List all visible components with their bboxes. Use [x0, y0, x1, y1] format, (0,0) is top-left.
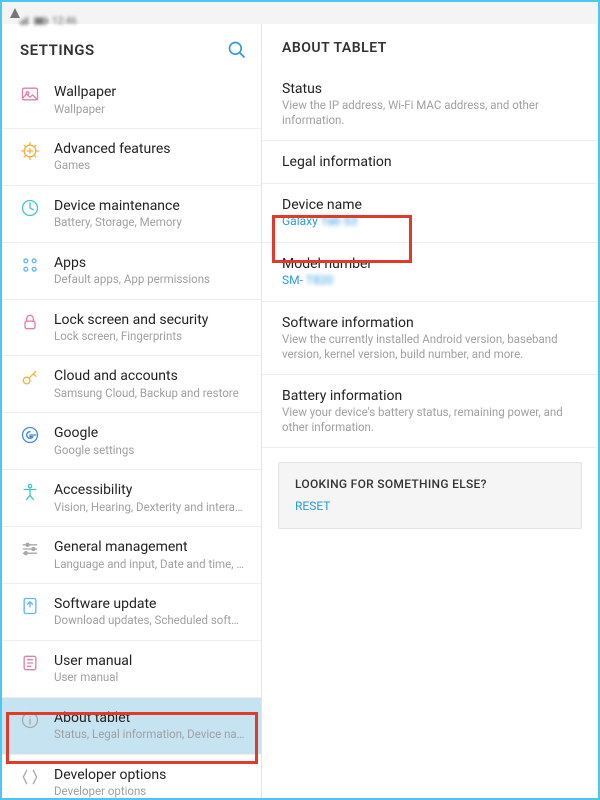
key-icon — [20, 368, 40, 388]
sidebar-item-sub: Developer options — [54, 784, 247, 798]
detail-row-sub: View your device's battery status, remai… — [282, 405, 578, 435]
settings-sidebar: SETTINGS WallpaperWallpaperAdvanced feat… — [2, 24, 262, 798]
status-left-icon — [10, 8, 20, 18]
search-icon — [227, 40, 247, 60]
lock-icon — [20, 312, 40, 332]
sidebar-item-sub: Google settings — [54, 443, 247, 457]
sidebar-item-label: Google — [54, 425, 247, 443]
sidebar-item-label: Developer options — [54, 767, 247, 785]
sidebar-item-sub: Lock screen, Fingerprints — [54, 329, 247, 343]
sidebar-item-sub: Default apps, App permissions — [54, 272, 247, 286]
status-right: 12:46 — [20, 0, 590, 27]
sidebar-item-sub: Status, Legal information, Device name — [54, 727, 247, 741]
sidebar-item-sub: Samsung Cloud, Backup and restore — [54, 386, 247, 400]
status-bar: 12:46 — [2, 2, 598, 24]
manual-icon — [20, 653, 40, 673]
detail-row-sub: View the IP address, Wi-Fi MAC address, … — [282, 98, 578, 128]
detail-row-title: Legal information — [282, 153, 578, 171]
sidebar-item-google[interactable]: GoogleGoogle settings — [2, 413, 261, 470]
sidebar-item-label: About tablet — [54, 710, 247, 728]
sidebar-item-label: Advanced features — [54, 141, 247, 159]
detail-battery-information[interactable]: Battery informationView your device's ba… — [262, 375, 598, 448]
sidebar-item-label: Wallpaper — [54, 84, 247, 102]
footer-title: LOOKING FOR SOMETHING ELSE? — [295, 477, 565, 491]
detail-title: ABOUT TABLET — [262, 40, 598, 68]
sidebar-item-label: Accessibility — [54, 482, 247, 500]
sidebar-item-accessibility[interactable]: AccessibilityVision, Hearing, Dexterity … — [2, 470, 261, 527]
footer-reset-link[interactable]: RESET — [295, 499, 330, 513]
detail-software-information[interactable]: Software informationView the currently i… — [262, 302, 598, 375]
google-icon — [20, 425, 40, 445]
sidebar-item-label: General management — [54, 539, 247, 557]
detail-row-title: Software information — [282, 314, 578, 332]
detail-row-value: SM- T820 — [282, 273, 578, 289]
accessibility-icon — [20, 482, 40, 502]
footer-card: LOOKING FOR SOMETHING ELSE? RESET — [278, 462, 582, 529]
sidebar-item-sub: Games — [54, 158, 247, 172]
sidebar-item-apps[interactable]: AppsDefault apps, App permissions — [2, 243, 261, 300]
detail-legal-information[interactable]: Legal information — [262, 141, 598, 184]
sidebar-item-wallpaper[interactable]: WallpaperWallpaper — [2, 72, 261, 129]
detail-row-title: Model number — [282, 255, 578, 273]
sidebar-item-software-update[interactable]: Software updateDownload updates, Schedul… — [2, 584, 261, 641]
search-button[interactable] — [227, 40, 247, 60]
sidebar-item-label: Device maintenance — [54, 198, 247, 216]
sidebar-item-general-management[interactable]: General managementLanguage and input, Da… — [2, 527, 261, 584]
sidebar-item-sub: Download updates, Scheduled software... — [54, 613, 247, 627]
sidebar-item-device-maintenance[interactable]: Device maintenanceBattery, Storage, Memo… — [2, 186, 261, 243]
sidebar-item-label: Cloud and accounts — [54, 368, 247, 386]
update-icon — [20, 596, 40, 616]
sliders-icon — [20, 539, 40, 559]
sidebar-item-about-tablet[interactable]: About tabletStatus, Legal information, D… — [2, 698, 261, 755]
detail-model-number[interactable]: Model numberSM- T820 — [262, 243, 598, 302]
detail-row-title: Device name — [282, 196, 578, 214]
gear-plus-icon — [20, 141, 40, 161]
sidebar-item-sub: Battery, Storage, Memory — [54, 215, 247, 229]
sidebar-item-sub: Language and input, Date and time, Res..… — [54, 557, 247, 571]
detail-row-title: Status — [282, 80, 578, 98]
info-icon — [20, 710, 40, 730]
detail-status[interactable]: StatusView the IP address, Wi-Fi MAC add… — [262, 68, 598, 141]
maintenance-icon — [20, 198, 40, 218]
sidebar-item-advanced-features[interactable]: Advanced featuresGames — [2, 129, 261, 186]
apps-icon — [20, 255, 40, 275]
sidebar-item-cloud-and-accounts[interactable]: Cloud and accountsSamsung Cloud, Backup … — [2, 356, 261, 413]
sidebar-item-developer-options[interactable]: Developer optionsDeveloper options — [2, 755, 261, 799]
settings-title: SETTINGS — [20, 41, 95, 59]
sidebar-item-label: User manual — [54, 653, 247, 671]
sidebar-item-sub: User manual — [54, 670, 247, 684]
detail-row-title: Battery information — [282, 387, 578, 405]
developer-icon — [20, 767, 40, 787]
sidebar-item-sub: Wallpaper — [54, 102, 247, 116]
sidebar-item-label: Apps — [54, 255, 247, 273]
sidebar-item-label: Software update — [54, 596, 247, 614]
sidebar-item-sub: Vision, Hearing, Dexterity and interacti… — [54, 500, 247, 514]
detail-row-value: Galaxy Tab S3 — [282, 214, 578, 230]
detail-device-name[interactable]: Device nameGalaxy Tab S3 — [262, 184, 598, 243]
wallpaper-icon — [20, 84, 40, 104]
sidebar-item-user-manual[interactable]: User manualUser manual — [2, 641, 261, 698]
sidebar-item-lock-screen-and-security[interactable]: Lock screen and securityLock screen, Fin… — [2, 300, 261, 357]
sidebar-item-label: Lock screen and security — [54, 312, 247, 330]
detail-pane: ABOUT TABLET StatusView the IP address, … — [262, 24, 598, 798]
detail-row-sub: View the currently installed Android ver… — [282, 332, 578, 362]
